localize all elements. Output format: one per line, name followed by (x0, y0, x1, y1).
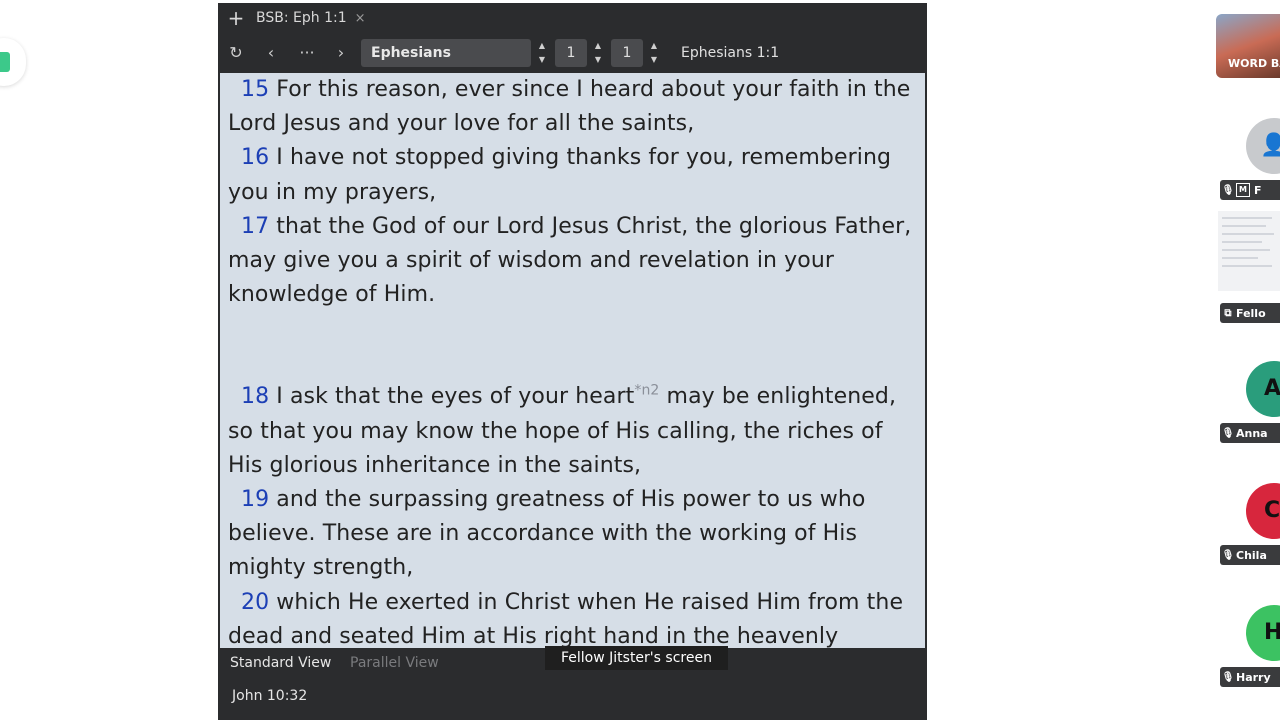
verse-number[interactable]: 17 (241, 214, 269, 239)
verse: 15 For this reason, ever since I heard a… (228, 73, 918, 141)
tab-title: BSB: Eph 1:1 (256, 10, 347, 26)
new-tab-button[interactable]: + (226, 6, 246, 30)
forward-icon[interactable]: › (330, 41, 352, 65)
paragraph-break (228, 312, 918, 380)
verse-number[interactable]: 15 (241, 77, 269, 102)
app-logo-icon (0, 52, 10, 72)
participant-name: Chila (1236, 548, 1267, 562)
participant-name: Fello (1236, 306, 1266, 320)
moderator-badge-icon: M (1236, 183, 1250, 197)
chapter-spinner-icon[interactable]: ▲ ▼ (592, 39, 604, 67)
participant-tile[interactable]: C 🎙 Chila (1216, 455, 1280, 571)
participant-name: Harry (1236, 670, 1271, 684)
passage-text: 15 For this reason, ever since I heard a… (228, 73, 918, 648)
participant-name: Anna (1236, 426, 1268, 440)
current-reference: Ephesians 1:1 (681, 45, 780, 61)
book-spinner-icon[interactable]: ▲ ▼ (536, 39, 548, 67)
verse-number[interactable]: 16 (241, 145, 269, 170)
participant-tile[interactable]: H 🎙 Harry (1216, 577, 1280, 693)
close-tab-icon[interactable]: × (355, 11, 366, 26)
back-icon[interactable]: ‹ (260, 41, 282, 65)
mic-muted-icon: 🎙 (1221, 549, 1235, 561)
participant-name: F (1254, 183, 1262, 197)
user-avatar-icon: 👤 (1246, 118, 1280, 174)
verse: 18 I ask that the eyes of your heart*n2 … (228, 380, 918, 483)
banner-text: WORD BA (1228, 57, 1280, 70)
shared-screen-thumbnail (1218, 211, 1280, 291)
verse: 16 I have not stopped giving thanks for … (228, 141, 918, 209)
bible-reader-window: + BSB: Eph 1:1 × ↻ ‹ ··· › Ephesians ▲ ▼ … (218, 3, 927, 720)
participant-namebar: 🎙 Harry (1220, 667, 1280, 687)
participant-namebar: ⧉ Fello (1220, 303, 1280, 323)
participant-avatar: H (1246, 605, 1280, 661)
verse: 20 which He exerted in Christ when He ra… (228, 586, 918, 648)
verse: 17 that the God of our Lord Jesus Christ… (228, 210, 918, 313)
mic-muted-icon: 🎙 (1221, 671, 1235, 683)
participant-tile-screenshare[interactable]: ⧉ Fello (1216, 211, 1280, 327)
verse-text: For this reason, ever since I heard abou… (228, 77, 911, 137)
passage-reader[interactable]: 15 For this reason, ever since I heard a… (220, 73, 925, 648)
verse-text: that the God of our Lord Jesus Christ, t… (228, 213, 912, 308)
chapter-input[interactable]: 1 (555, 39, 587, 67)
participant-namebar: 🎙 M F (1220, 180, 1280, 200)
participant-avatar: A (1246, 361, 1280, 417)
verse-number[interactable]: 18 (241, 384, 269, 409)
participant-avatar: C (1246, 483, 1280, 539)
participant-namebar: 🎙 Anna (1220, 423, 1280, 443)
tab-bar: + BSB: Eph 1:1 × (218, 3, 927, 33)
screen-share-icon: ⧉ (1224, 307, 1232, 319)
footnote-marker[interactable]: *n2 (634, 383, 659, 399)
verse-text: and the surpassing greatness of His powe… (228, 487, 866, 581)
verse-input[interactable]: 1 (611, 39, 643, 67)
more-icon[interactable]: ··· (296, 41, 318, 65)
participant-tile-banner[interactable]: WORD BA (1216, 14, 1280, 78)
verse: 19 and the surpassing greatness of His p… (228, 483, 918, 586)
screen-share-label: Fellow Jitster's screen (545, 646, 728, 670)
participant-namebar: 🎙 Chila (1220, 545, 1280, 565)
verse-number[interactable]: 20 (241, 590, 269, 615)
verse-number[interactable]: 19 (241, 487, 269, 512)
verse-text: I ask that the eyes of your heart (276, 384, 635, 410)
participant-tile[interactable]: A 🎙 Anna (1216, 333, 1280, 449)
book-select[interactable]: Ephesians (361, 39, 531, 67)
navigation-toolbar: ↻ ‹ ··· › Ephesians ▲ ▼ 1 ▲ ▼ 1 ▲ ▼ Ephesia… (218, 33, 927, 73)
mic-muted-icon: 🎙 (1221, 427, 1235, 439)
tab-passage[interactable]: BSB: Eph 1:1 × (256, 3, 366, 33)
floating-app-widget[interactable] (0, 38, 26, 86)
reference-bar: John 10:32 (218, 678, 927, 720)
verse-text: I have not stopped giving thanks for you… (228, 145, 892, 205)
refresh-icon[interactable]: ↻ (225, 41, 247, 65)
mic-muted-icon: 🎙 (1221, 184, 1235, 196)
linked-reference[interactable]: John 10:32 (232, 688, 307, 704)
verse-text: which He exerted in Christ when He raise… (228, 589, 904, 648)
parallel-view-tab[interactable]: Parallel View (350, 648, 439, 678)
standard-view-tab[interactable]: Standard View (230, 648, 331, 678)
verse-spinner-icon[interactable]: ▲ ▼ (648, 39, 660, 67)
participant-tile[interactable]: 👤 🎙 M F (1216, 90, 1280, 206)
